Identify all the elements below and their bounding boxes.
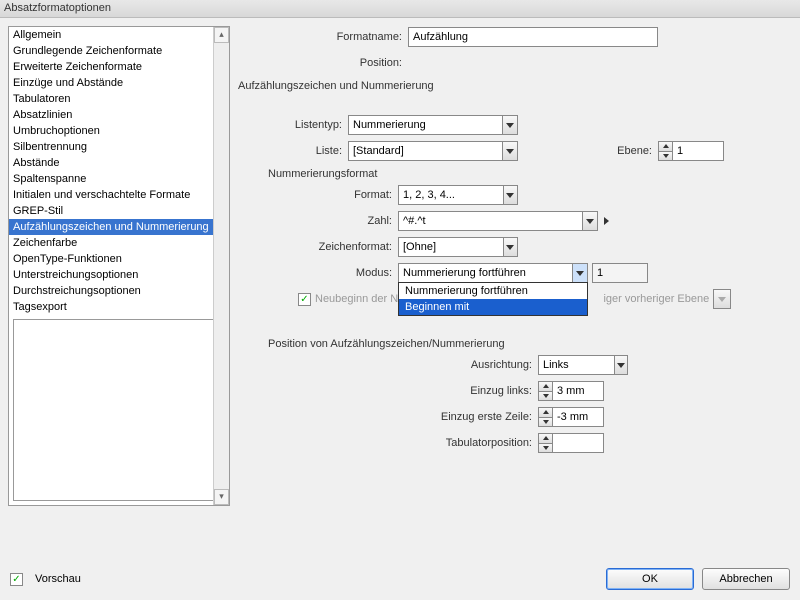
ausrichtung-combo[interactable]	[538, 355, 628, 375]
format-combo[interactable]	[398, 185, 518, 205]
zahl-dropdown-button[interactable]	[582, 212, 597, 230]
sidebar-item[interactable]: Erweiterte Zeichenformate	[9, 59, 229, 75]
ebene-up-button[interactable]	[659, 142, 672, 151]
sidebar-item[interactable]: Spaltenspanne	[9, 171, 229, 187]
sidebar-item[interactable]: Allgemein	[9, 27, 229, 43]
sidebar-item[interactable]: Tabulatoren	[9, 91, 229, 107]
einzug-erste-stepper[interactable]	[538, 407, 604, 427]
vorschau-label: Vorschau	[35, 573, 81, 585]
sidebar-item[interactable]: OpenType-Funktionen	[9, 251, 229, 267]
sidebar-item[interactable]: Unterstreichungsoptionen	[9, 267, 229, 283]
vorschau-checkbox[interactable]: ✓	[10, 573, 23, 586]
panel-section-title: Aufzählungszeichen und Nummerierung	[238, 80, 792, 92]
modus-start-field	[592, 263, 648, 283]
modus-dropdown-list[interactable]: Nummerierung fortführen Beginnen mit	[398, 282, 588, 316]
zahl-flyout-icon[interactable]	[604, 217, 609, 225]
sidebar-item[interactable]: Tagsexport	[9, 299, 229, 315]
neubeginn-dropdown-button	[714, 290, 730, 308]
position-group-label: Position von Aufzählungszeichen/Nummerie…	[268, 338, 792, 350]
liste-dropdown-button[interactable]	[502, 142, 517, 160]
scroll-up-button[interactable]: ▴	[214, 27, 229, 43]
sidebar-item[interactable]: GREP-Stil	[9, 203, 229, 219]
tabulator-label: Tabulatorposition:	[238, 437, 538, 449]
scroll-down-button[interactable]: ▾	[214, 489, 229, 505]
category-sidebar: AllgemeinGrundlegende ZeichenformateErwe…	[8, 26, 230, 506]
formatname-label: Formatname:	[238, 31, 408, 43]
liste-label: Liste:	[238, 145, 348, 157]
sidebar-item[interactable]: Silbentrennung	[9, 139, 229, 155]
modus-combo[interactable]	[398, 263, 588, 283]
ebene-stepper[interactable]	[658, 141, 724, 161]
ausrichtung-dropdown-button[interactable]	[614, 356, 627, 374]
position-label: Position:	[238, 57, 408, 69]
tabulator-stepper[interactable]	[538, 433, 604, 453]
sidebar-item[interactable]: Durchstreichungsoptionen	[9, 283, 229, 299]
listentyp-dropdown-button[interactable]	[502, 116, 517, 134]
modus-option-beginnen-mit[interactable]: Beginnen mit	[399, 299, 587, 315]
zeichenformat-combo[interactable]	[398, 237, 518, 257]
sidebar-item[interactable]: Einzüge und Abstände	[9, 75, 229, 91]
modus-label: Modus:	[238, 267, 398, 279]
nummerierungsformat-group-label: Nummerierungsformat	[268, 168, 792, 180]
modus-dropdown-button[interactable]	[572, 264, 587, 282]
einzug-links-label: Einzug links:	[238, 385, 538, 397]
zahl-combo[interactable]	[398, 211, 598, 231]
formatname-field[interactable]	[408, 27, 658, 47]
liste-combo[interactable]	[348, 141, 518, 161]
preview-box	[13, 319, 225, 501]
sidebar-item[interactable]: Zeichenfarbe	[9, 235, 229, 251]
sidebar-item[interactable]: Absatzlinien	[9, 107, 229, 123]
sidebar-item[interactable]: Aufzählungszeichen und Nummerierung	[9, 219, 229, 235]
einzug-links-stepper[interactable]	[538, 381, 604, 401]
ok-button[interactable]: OK	[606, 568, 694, 590]
ausrichtung-label: Ausrichtung:	[238, 359, 538, 371]
listentyp-label: Listentyp:	[238, 119, 348, 131]
cancel-button[interactable]: Abbrechen	[702, 568, 790, 590]
sidebar-item[interactable]: Grundlegende Zeichenformate	[9, 43, 229, 59]
neubeginn-checkbox: ✓	[298, 293, 311, 306]
zeichenformat-label: Zeichenformat:	[238, 241, 398, 253]
einzug-erste-label: Einzug erste Zeile:	[238, 411, 538, 423]
neubeginn-combo	[713, 289, 731, 309]
sidebar-item[interactable]: Umbruchoptionen	[9, 123, 229, 139]
ebene-label: Ebene:	[608, 145, 658, 157]
sidebar-item[interactable]: Abstände	[9, 155, 229, 171]
format-dropdown-button[interactable]	[503, 186, 517, 204]
zeichenformat-dropdown-button[interactable]	[503, 238, 517, 256]
zahl-label: Zahl:	[238, 215, 398, 227]
format-label: Format:	[238, 189, 398, 201]
dialog-title: Absatzformatoptionen	[0, 0, 800, 18]
listentyp-combo[interactable]	[348, 115, 518, 135]
sidebar-item[interactable]: Initialen und verschachtelte Formate	[9, 187, 229, 203]
modus-option-fortfuehren[interactable]: Nummerierung fortführen	[399, 283, 587, 299]
neubeginn-label-suffix: iger vorheriger Ebene	[603, 293, 709, 305]
ebene-down-button[interactable]	[659, 151, 672, 161]
sidebar-scrollbar[interactable]: ▴ ▾	[213, 27, 229, 505]
